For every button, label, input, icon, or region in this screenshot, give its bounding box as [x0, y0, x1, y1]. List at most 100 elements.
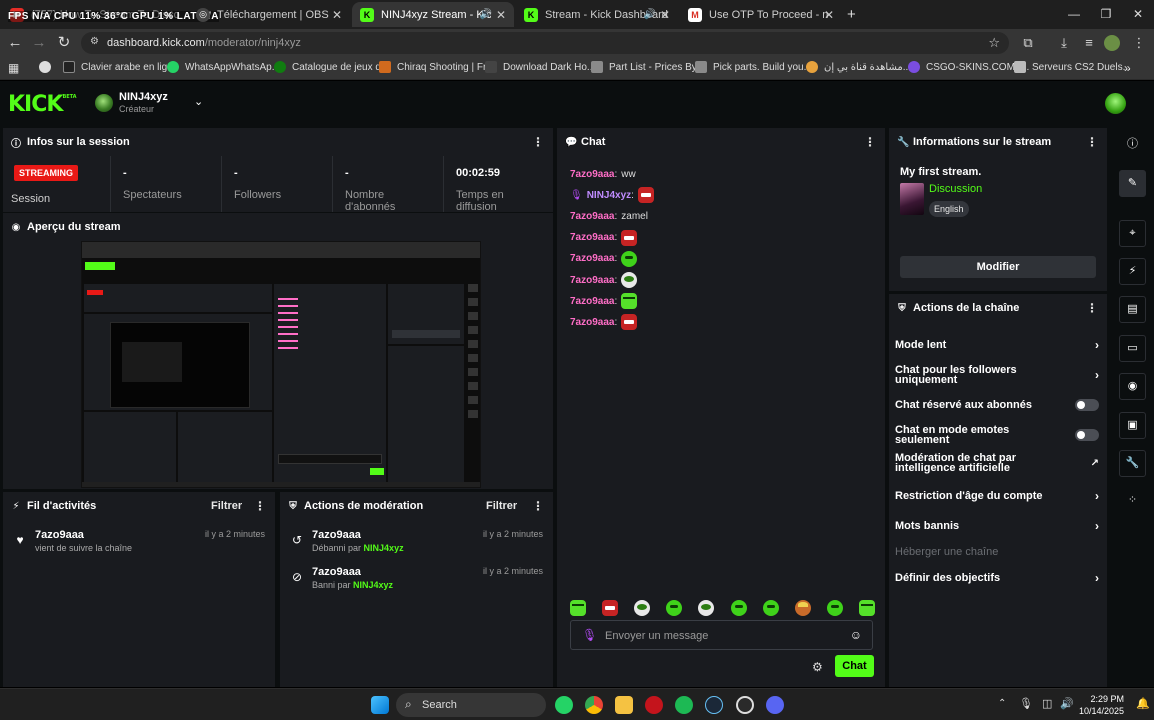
media-player-icon[interactable] — [645, 696, 663, 714]
bookmark-item[interactable]: Download Dark Ho... — [485, 61, 595, 73]
download-icon[interactable]: ⤓ — [1056, 35, 1072, 51]
media-control-icon[interactable]: ≡ — [1081, 35, 1097, 51]
toggle-switch[interactable] — [1075, 429, 1099, 441]
more-options-icon[interactable]: ⋮ — [1086, 135, 1098, 149]
more-bookmarks-icon[interactable]: » — [1124, 61, 1131, 75]
chat-username[interactable]: 7azo9aaa — [570, 211, 614, 222]
chat-username[interactable]: 7azo9aaa — [570, 169, 614, 180]
menu-icon[interactable]: ⋮ — [1131, 35, 1147, 51]
bookmark-item[interactable]: Part List - Prices By... — [591, 61, 704, 73]
spotify-icon[interactable] — [675, 696, 693, 714]
more-options-icon[interactable]: ⋮ — [1086, 301, 1098, 315]
apps-icon[interactable]: ⁘ — [1119, 488, 1146, 515]
chat-username[interactable]: 7azo9aaa — [570, 296, 614, 307]
emote-icon[interactable] — [570, 600, 586, 616]
apps-icon[interactable]: ▦ — [8, 61, 19, 75]
bookmark-item[interactable]: Clavier arabe en lig... — [63, 61, 176, 73]
more-options-icon[interactable]: ⋮ — [864, 135, 876, 149]
emote-icon[interactable] — [666, 600, 683, 616]
wrench-icon[interactable]: 🔧 — [1119, 450, 1146, 477]
windows-start-icon[interactable] — [371, 696, 389, 714]
chat-settings-icon[interactable]: ⚙ — [812, 660, 823, 674]
moderator-name[interactable]: NINJ4xyz — [353, 580, 393, 590]
channel-action-item[interactable]: Chat pour les followers uniquement › — [895, 364, 1099, 386]
close-tab-icon[interactable]: ✕ — [332, 8, 342, 22]
filter-button[interactable]: Filtrer — [486, 500, 517, 512]
reload-icon[interactable]: ↻ — [55, 34, 73, 52]
channel-name[interactable]: NINJ4xyz — [119, 91, 168, 103]
user-avatar[interactable] — [1105, 93, 1126, 114]
moderator-name[interactable]: NINJ4xyz — [364, 543, 404, 553]
emote-icon[interactable] — [794, 600, 811, 616]
edit-stream-info-button[interactable]: Modifier — [900, 256, 1096, 278]
chat-bubble-icon[interactable]: ▭ — [1119, 335, 1146, 362]
channel-action-item[interactable]: Chat en mode emotes seulement — [895, 424, 1099, 446]
broadcast-icon[interactable]: ◉ — [1119, 373, 1146, 400]
profile-icon[interactable] — [1104, 35, 1120, 51]
info-icon[interactable]: ⓘ — [1119, 132, 1146, 159]
file-explorer-icon[interactable] — [615, 696, 633, 714]
forward-icon[interactable]: → — [30, 34, 48, 52]
extensions-icon[interactable]: ⧉ — [1020, 35, 1036, 51]
activity-user[interactable]: 7azo9aaa — [35, 529, 84, 541]
edit-icon[interactable]: ✎ — [1119, 170, 1146, 197]
more-options-icon[interactable]: ⋮ — [532, 499, 544, 513]
taskbar-clock[interactable]: 2:29 PM 10/14/2025 — [1079, 693, 1124, 717]
chat-username[interactable]: 7azo9aaa — [570, 275, 614, 286]
toggle-switch[interactable] — [1075, 399, 1099, 411]
preview-icon[interactable]: ⌖ — [1119, 220, 1146, 247]
channel-avatar[interactable] — [95, 94, 113, 112]
document-icon[interactable]: ▤ — [1119, 296, 1146, 323]
browser-tab[interactable]: M Use OTP To Proceed - ninjayt80 ✕ — [680, 2, 842, 27]
close-tab-icon[interactable]: ✕ — [496, 8, 506, 22]
moderation-user[interactable]: 7azo9aaa — [312, 529, 361, 541]
chrome-icon[interactable] — [585, 696, 603, 714]
activity-icon[interactable]: ⚡ — [1119, 258, 1146, 285]
minimize-icon[interactable]: — — [1058, 0, 1090, 29]
volume-icon[interactable]: 🔊 — [1060, 697, 1074, 710]
filter-button[interactable]: Filtrer — [211, 500, 242, 512]
close-tab-icon[interactable]: ✕ — [824, 8, 834, 22]
chat-username[interactable]: 7azo9aaa — [570, 232, 614, 243]
bookmark-item[interactable]: WhatsAppWhatsAp... — [167, 61, 280, 73]
discord-icon[interactable] — [766, 696, 784, 714]
more-options-icon[interactable]: ⋮ — [254, 499, 266, 513]
stream-preview-video[interactable] — [81, 241, 481, 488]
close-tab-icon[interactable]: ✕ — [660, 8, 670, 22]
chat-username[interactable]: NINJ4xyz — [587, 190, 631, 201]
bookmark-item[interactable]: Catalogue de jeux d... — [274, 61, 389, 73]
site-info-icon[interactable]: ⚙ — [90, 36, 99, 47]
emote-icon[interactable] — [826, 600, 843, 616]
emoji-picker-icon[interactable]: ☺ — [850, 628, 862, 642]
network-icon[interactable]: ◫ — [1042, 697, 1052, 710]
emote-icon[interactable] — [858, 600, 875, 616]
back-icon[interactable]: ← — [6, 34, 24, 52]
steam-icon[interactable] — [705, 696, 723, 714]
kick-logo[interactable]: KICKBETA — [8, 92, 77, 117]
chat-username[interactable]: 7azo9aaa — [570, 253, 614, 264]
channel-action-item[interactable]: Mots bannis › — [895, 515, 1099, 537]
emote-icon[interactable] — [634, 600, 651, 616]
microphone-tray-icon[interactable]: 🎙 — [1019, 697, 1033, 710]
notification-icon[interactable]: 🔔 — [1136, 697, 1150, 710]
layout-icon[interactable]: ▣ — [1119, 412, 1146, 439]
stream-category[interactable]: Discussion — [929, 183, 982, 195]
close-window-icon[interactable]: ✕ — [1122, 0, 1154, 29]
chat-send-button[interactable]: Chat — [835, 655, 874, 677]
address-bar[interactable]: ⚙ dashboard.kick.com/moderator/ninj4xyz … — [81, 32, 1009, 54]
bookmark-item[interactable]: CSGO-SKINS.COM -... — [908, 61, 1029, 73]
taskbar-search[interactable]: ⌕ Search — [396, 693, 546, 717]
browser-tab[interactable]: ◎ Téléchargement | OBS ✕ — [188, 2, 350, 27]
channel-action-item[interactable]: Modération de chat par intelligence arti… — [895, 452, 1099, 474]
channel-action-item[interactable]: Définir des objectifs › — [895, 567, 1099, 589]
whatsapp-icon[interactable] — [555, 696, 573, 714]
obs-icon[interactable] — [736, 696, 754, 714]
bookmark-item[interactable]: مشاهدة قناة بي إن... — [806, 61, 911, 73]
channel-action-item[interactable]: Restriction d'âge du compte › — [895, 485, 1099, 507]
more-options-icon[interactable]: ⋮ — [532, 135, 544, 149]
emote-icon[interactable] — [602, 600, 619, 616]
browser-tab[interactable]: K Stream - Kick Dashboard 🔊 ✕ — [516, 2, 678, 27]
microphone-icon[interactable]: 🎙 — [582, 628, 597, 642]
emote-icon[interactable] — [730, 600, 747, 616]
tray-arrow-icon[interactable]: ⌃ — [998, 698, 1006, 709]
